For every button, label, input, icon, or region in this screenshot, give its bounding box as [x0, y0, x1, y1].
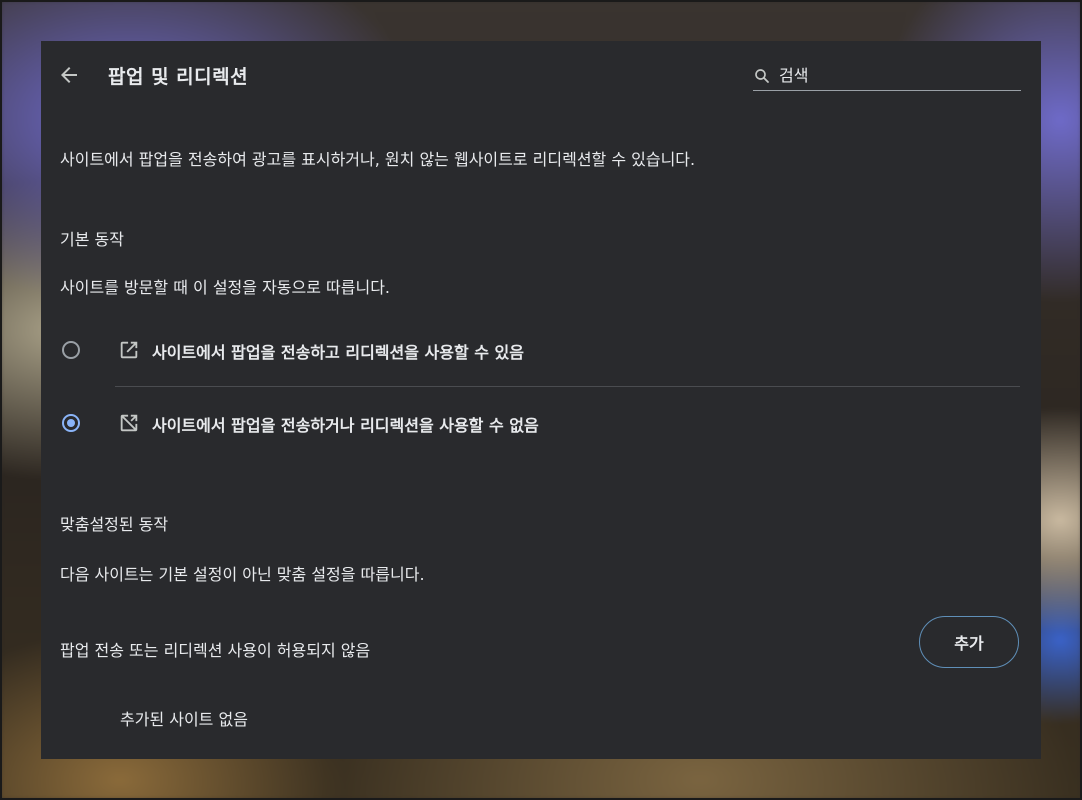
search-box[interactable]: [753, 62, 1021, 91]
custom-behavior-heading: 맞춤설정된 동작: [60, 515, 169, 534]
arrow-back-icon: [61, 67, 77, 83]
custom-behavior-subtitle: 다음 사이트는 기본 설정이 아닌 맞춤 설정을 따릅니다.: [60, 565, 425, 584]
add-site-button[interactable]: 추가: [919, 616, 1019, 668]
default-behavior-subtitle: 사이트를 방문할 때 이 설정을 자동으로 따릅니다.: [60, 278, 391, 297]
page-description: 사이트에서 팝업을 전송하여 광고를 표시하거나, 원치 않는 웹사이트로 리디…: [60, 150, 696, 169]
popup-blocked-icon: [120, 414, 138, 432]
radio-button-allow[interactable]: [62, 341, 80, 359]
radio-option-block[interactable]: 사이트에서 팝업을 전송하거나 리디렉션을 사용할 수 없음: [41, 393, 1041, 453]
back-button[interactable]: [57, 63, 81, 87]
page-title: 팝업 및 리디렉션: [108, 66, 249, 88]
dialog-header: 팝업 및 리디렉션: [41, 41, 1041, 113]
radio-label-allow: 사이트에서 팝업을 전송하고 리디렉션을 사용할 수 있음: [152, 343, 524, 362]
radio-label-block: 사이트에서 팝업을 전송하거나 리디렉션을 사용할 수 없음: [152, 416, 539, 435]
option-divider: [115, 386, 1020, 387]
empty-list-message: 추가된 사이트 없음: [120, 710, 248, 729]
search-icon: [755, 69, 769, 83]
default-behavior-heading: 기본 동작: [60, 230, 124, 249]
search-input[interactable]: [779, 62, 1017, 88]
radio-button-block[interactable]: [62, 414, 80, 432]
settings-dialog: 팝업 및 리디렉션 사이트에서 팝업을 전송하여 광고를 표시하거나, 원치 않…: [41, 41, 1041, 759]
blocked-list-title: 팝업 전송 또는 리디렉션 사용이 허용되지 않음: [60, 641, 371, 660]
radio-option-allow[interactable]: 사이트에서 팝업을 전송하고 리디렉션을 사용할 수 있음: [41, 320, 1041, 380]
open-in-new-icon: [120, 341, 138, 359]
